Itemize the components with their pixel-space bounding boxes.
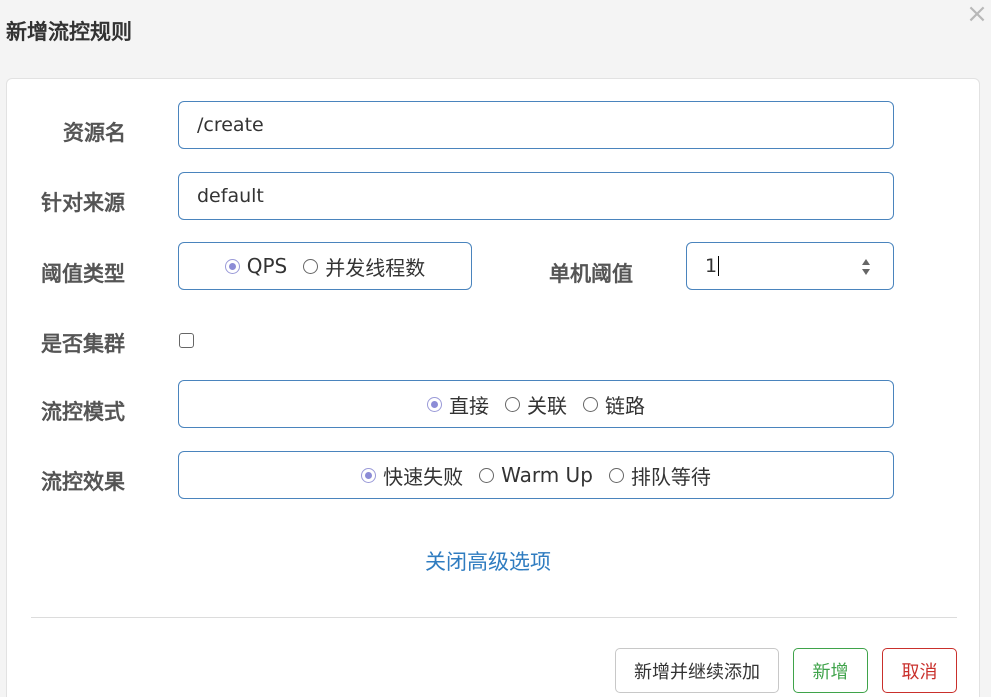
mode-option-label: 关联 bbox=[527, 393, 567, 418]
threshold-input[interactable]: 1 bbox=[686, 242, 894, 290]
close-icon[interactable]: × bbox=[966, 1, 988, 27]
text-caret bbox=[718, 256, 720, 276]
radio-checked-icon bbox=[224, 258, 240, 274]
threshold-type-option-qps[interactable]: QPS bbox=[224, 254, 288, 278]
cancel-button[interactable]: 取消 bbox=[882, 648, 957, 693]
threshold-label: 单机阈值 bbox=[549, 262, 633, 286]
cluster-checkbox[interactable] bbox=[179, 333, 194, 348]
mode-option-label: 链路 bbox=[605, 393, 645, 418]
radio-unchecked-icon bbox=[583, 396, 598, 412]
source-label: 针对来源 bbox=[41, 191, 125, 215]
number-spinner-icon[interactable] bbox=[861, 256, 871, 278]
add-and-continue-button[interactable]: 新增并继续添加 bbox=[615, 648, 779, 693]
effect-radio-group: 快速失败 Warm Up 排队等待 bbox=[178, 451, 894, 499]
effect-label: 流控效果 bbox=[41, 470, 125, 494]
radio-checked-icon bbox=[427, 396, 442, 412]
resource-label: 资源名 bbox=[63, 121, 126, 145]
mode-option-label: 直接 bbox=[449, 393, 489, 418]
radio-unchecked-icon bbox=[479, 467, 495, 483]
threshold-type-label: 阈值类型 bbox=[41, 262, 125, 286]
add-button[interactable]: 新增 bbox=[793, 648, 868, 693]
effect-option-label: Warm Up bbox=[501, 463, 593, 487]
effect-option-fail-fast[interactable]: 快速失败 bbox=[361, 461, 463, 490]
mode-option-direct[interactable]: 直接 bbox=[427, 390, 489, 419]
mode-option-relate[interactable]: 关联 bbox=[505, 390, 567, 419]
advanced-options-toggle-link[interactable]: 关闭高级选项 bbox=[425, 546, 551, 576]
mode-option-chain[interactable]: 链路 bbox=[583, 390, 645, 419]
footer-divider bbox=[31, 617, 957, 618]
radio-unchecked-icon bbox=[608, 467, 624, 483]
threshold-type-radio-group: QPS 并发线程数 bbox=[178, 242, 472, 290]
threshold-type-option-label: QPS bbox=[246, 254, 288, 278]
radio-unchecked-icon bbox=[505, 396, 520, 412]
threshold-value: 1 bbox=[705, 255, 718, 277]
add-flow-rule-dialog: 新增流控规则 × 资源名 /create 针对来源 default 阈值类型 Q… bbox=[0, 0, 991, 697]
form-panel: 资源名 /create 针对来源 default 阈值类型 QPS 并发线程数 … bbox=[6, 78, 980, 697]
dialog-title: 新增流控规则 bbox=[6, 20, 132, 44]
mode-label: 流控模式 bbox=[41, 400, 125, 424]
effect-option-label: 排队等待 bbox=[630, 464, 711, 489]
effect-option-warm-up[interactable]: Warm Up bbox=[479, 463, 593, 487]
resource-input[interactable]: /create bbox=[178, 101, 894, 149]
mode-radio-group: 直接 关联 链路 bbox=[178, 380, 894, 428]
effect-option-queue[interactable]: 排队等待 bbox=[608, 461, 711, 490]
resource-value: /create bbox=[197, 114, 264, 136]
radio-unchecked-icon bbox=[303, 258, 319, 274]
threshold-type-option-label: 并发线程数 bbox=[325, 255, 426, 280]
radio-checked-icon bbox=[361, 467, 377, 483]
cluster-label: 是否集群 bbox=[41, 332, 125, 356]
source-input[interactable]: default bbox=[178, 172, 894, 220]
threshold-type-option-threads[interactable]: 并发线程数 bbox=[303, 252, 425, 281]
source-value: default bbox=[197, 185, 264, 207]
effect-option-label: 快速失败 bbox=[383, 464, 464, 489]
